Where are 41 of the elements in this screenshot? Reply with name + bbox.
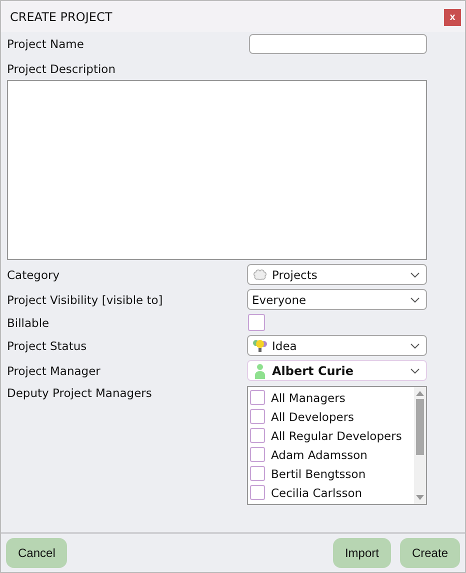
chevron-down-icon (410, 296, 420, 302)
scrollbar[interactable] (414, 387, 426, 504)
manager-dropdown[interactable]: Albert Curie (247, 360, 427, 381)
checkbox[interactable] (250, 409, 265, 424)
scroll-down-icon[interactable] (416, 495, 424, 501)
field-label: Deputy Project Managers (7, 385, 152, 401)
action-button[interactable]: Import (332, 538, 391, 568)
billable-checkbox[interactable] (248, 314, 265, 331)
field-label: Project Name (7, 36, 84, 52)
chevron-down-icon (410, 368, 420, 374)
checkbox[interactable] (250, 485, 265, 500)
lightbulb-icon (252, 338, 268, 354)
window-title: CREATE PROJECT (10, 10, 112, 24)
list-item-label: All Regular Developers (271, 428, 402, 442)
status-dropdown[interactable]: Idea (247, 335, 427, 356)
field-label: Billable (7, 314, 50, 330)
person-icon (252, 362, 268, 378)
input-field[interactable] (249, 34, 427, 54)
chevron-down-icon (410, 342, 420, 348)
scroll-up-icon[interactable] (416, 390, 424, 396)
checkbox[interactable] (250, 390, 265, 405)
list-item-label: All Managers (271, 390, 346, 404)
visibility-dropdown[interactable]: Everyone (247, 289, 427, 310)
checkbox[interactable] (250, 466, 265, 481)
list-item-label: All Developers (271, 410, 354, 424)
field-label: Category (7, 266, 60, 282)
chevron-down-icon (410, 272, 420, 278)
field-label: Project Manager (7, 362, 100, 378)
checkbox[interactable] (250, 428, 265, 443)
field-label: Project Status (7, 338, 87, 354)
close-button[interactable]: x (444, 8, 461, 26)
field-label: Project Description (7, 61, 116, 77)
checkbox[interactable] (250, 447, 265, 462)
description-field[interactable] (7, 80, 427, 260)
field-label: Project Visibility [visible to] (7, 292, 163, 308)
cancel-button[interactable]: Cancel (6, 538, 68, 568)
list-item-label: Cecilia Carlsson (271, 486, 362, 500)
list-item-label: Bertil Bengtsson (271, 466, 366, 480)
action-button[interactable]: Create (400, 538, 460, 568)
category-dropdown[interactable]: Projects (247, 264, 427, 285)
list-item-label: Adam Adamsson (271, 448, 368, 462)
